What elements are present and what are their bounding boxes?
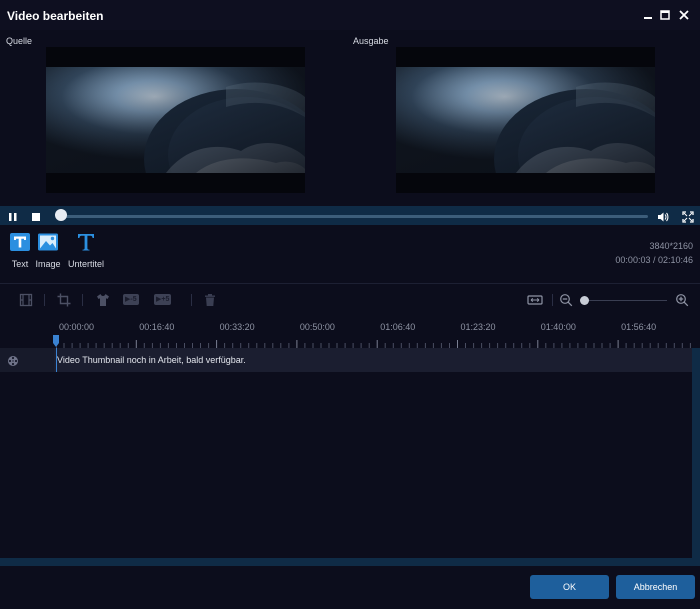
toolbar-separator [552,294,553,306]
fullscreen-icon[interactable] [682,210,694,223]
track-area [0,372,692,558]
window-title: Video bearbeiten [7,9,104,23]
stop-icon[interactable] [30,210,42,222]
toolbar-separator [191,294,192,306]
tool-subtitle[interactable]: Untertitel [66,232,106,269]
tool-image[interactable]: Image [33,232,63,269]
ruler-label: 01:56:40 [621,322,657,332]
ok-button[interactable]: OK [530,575,609,599]
toolbar-separator [44,294,45,306]
horizontal-scrollbar[interactable] [0,558,700,566]
ruler-label: 01:06:40 [380,322,416,332]
video-track[interactable]: Video Thumbnail noch in Arbeit, bald ver… [0,348,700,372]
title-bar: Video bearbeiten [0,0,700,30]
source-label: Quelle [6,36,33,46]
trash-icon[interactable] [203,293,217,307]
tool-text[interactable]: Text [7,232,33,269]
rewind-5-label: -5 [130,296,137,303]
ruler-ticks [56,340,691,348]
vertical-scrollbar[interactable] [692,348,700,558]
tool-text-label: Text [11,259,29,269]
pause-icon[interactable] [7,210,19,222]
zoom-slider[interactable] [583,300,667,301]
dialog-footer: OK Abbrechen [0,566,700,609]
seek-handle[interactable] [55,209,68,221]
subtitle-icon [75,232,97,252]
cancel-button[interactable]: Abbrechen [616,575,695,599]
output-video-preview [396,47,655,193]
track-header [0,348,54,372]
source-video-preview [46,47,305,193]
resolution-text: 3840*2160 [649,241,693,251]
text-icon [9,232,31,252]
edit-tools: Text Image Untertitel 3840*2160 00:00:03… [0,225,700,283]
forward-5-label: +5 [161,296,170,303]
timeline-ruler[interactable]: 00:00:00 00:16:40 00:33:20 00:50:00 01:06:40… [0,316,700,348]
film-icon[interactable] [19,293,33,307]
playback-controls [0,206,700,225]
close-icon[interactable] [677,8,691,22]
volume-icon[interactable] [657,210,669,222]
playhead-line [56,348,57,372]
zoom-handle[interactable] [580,296,589,305]
toolbar-separator [82,294,83,306]
output-label: Ausgabe [353,36,389,46]
thumbnail-placeholder-text: Video Thumbnail noch in Arbeit, bald ver… [57,355,246,365]
zoom-in-icon[interactable] [675,293,689,307]
time-text: 00:00:03 / 02:10:46 [615,255,693,265]
tool-subtitle-label: Untertitel [67,259,104,269]
shirt-icon[interactable] [96,293,110,307]
preview-area: Quelle Ausgabe [0,30,700,206]
ruler-label: 00:33:20 [219,322,255,332]
zoom-out-icon[interactable] [559,293,573,307]
rewind-5-icon[interactable]: ▶-5 [123,294,139,305]
forward-5-icon[interactable]: ▶+5 [154,294,172,305]
fit-width-icon[interactable] [527,293,543,307]
film-reel-icon [7,354,19,366]
ruler-label: 00:16:40 [139,322,175,332]
ruler-label: 01:40:00 [540,322,576,332]
minimize-icon[interactable] [641,8,655,22]
seek-bar[interactable] [58,215,648,218]
crop-icon[interactable] [57,293,71,307]
maximize-icon[interactable] [658,8,672,22]
playhead-handle[interactable] [53,334,59,347]
image-icon [37,232,59,252]
ruler-label: 01:23:20 [460,322,496,332]
ruler-label: 00:00:00 [59,322,95,332]
tool-image-label: Image [35,259,61,269]
timeline-toolbar: ▶-5 ▶+5 [0,284,700,316]
ruler-label: 00:50:00 [299,322,335,332]
